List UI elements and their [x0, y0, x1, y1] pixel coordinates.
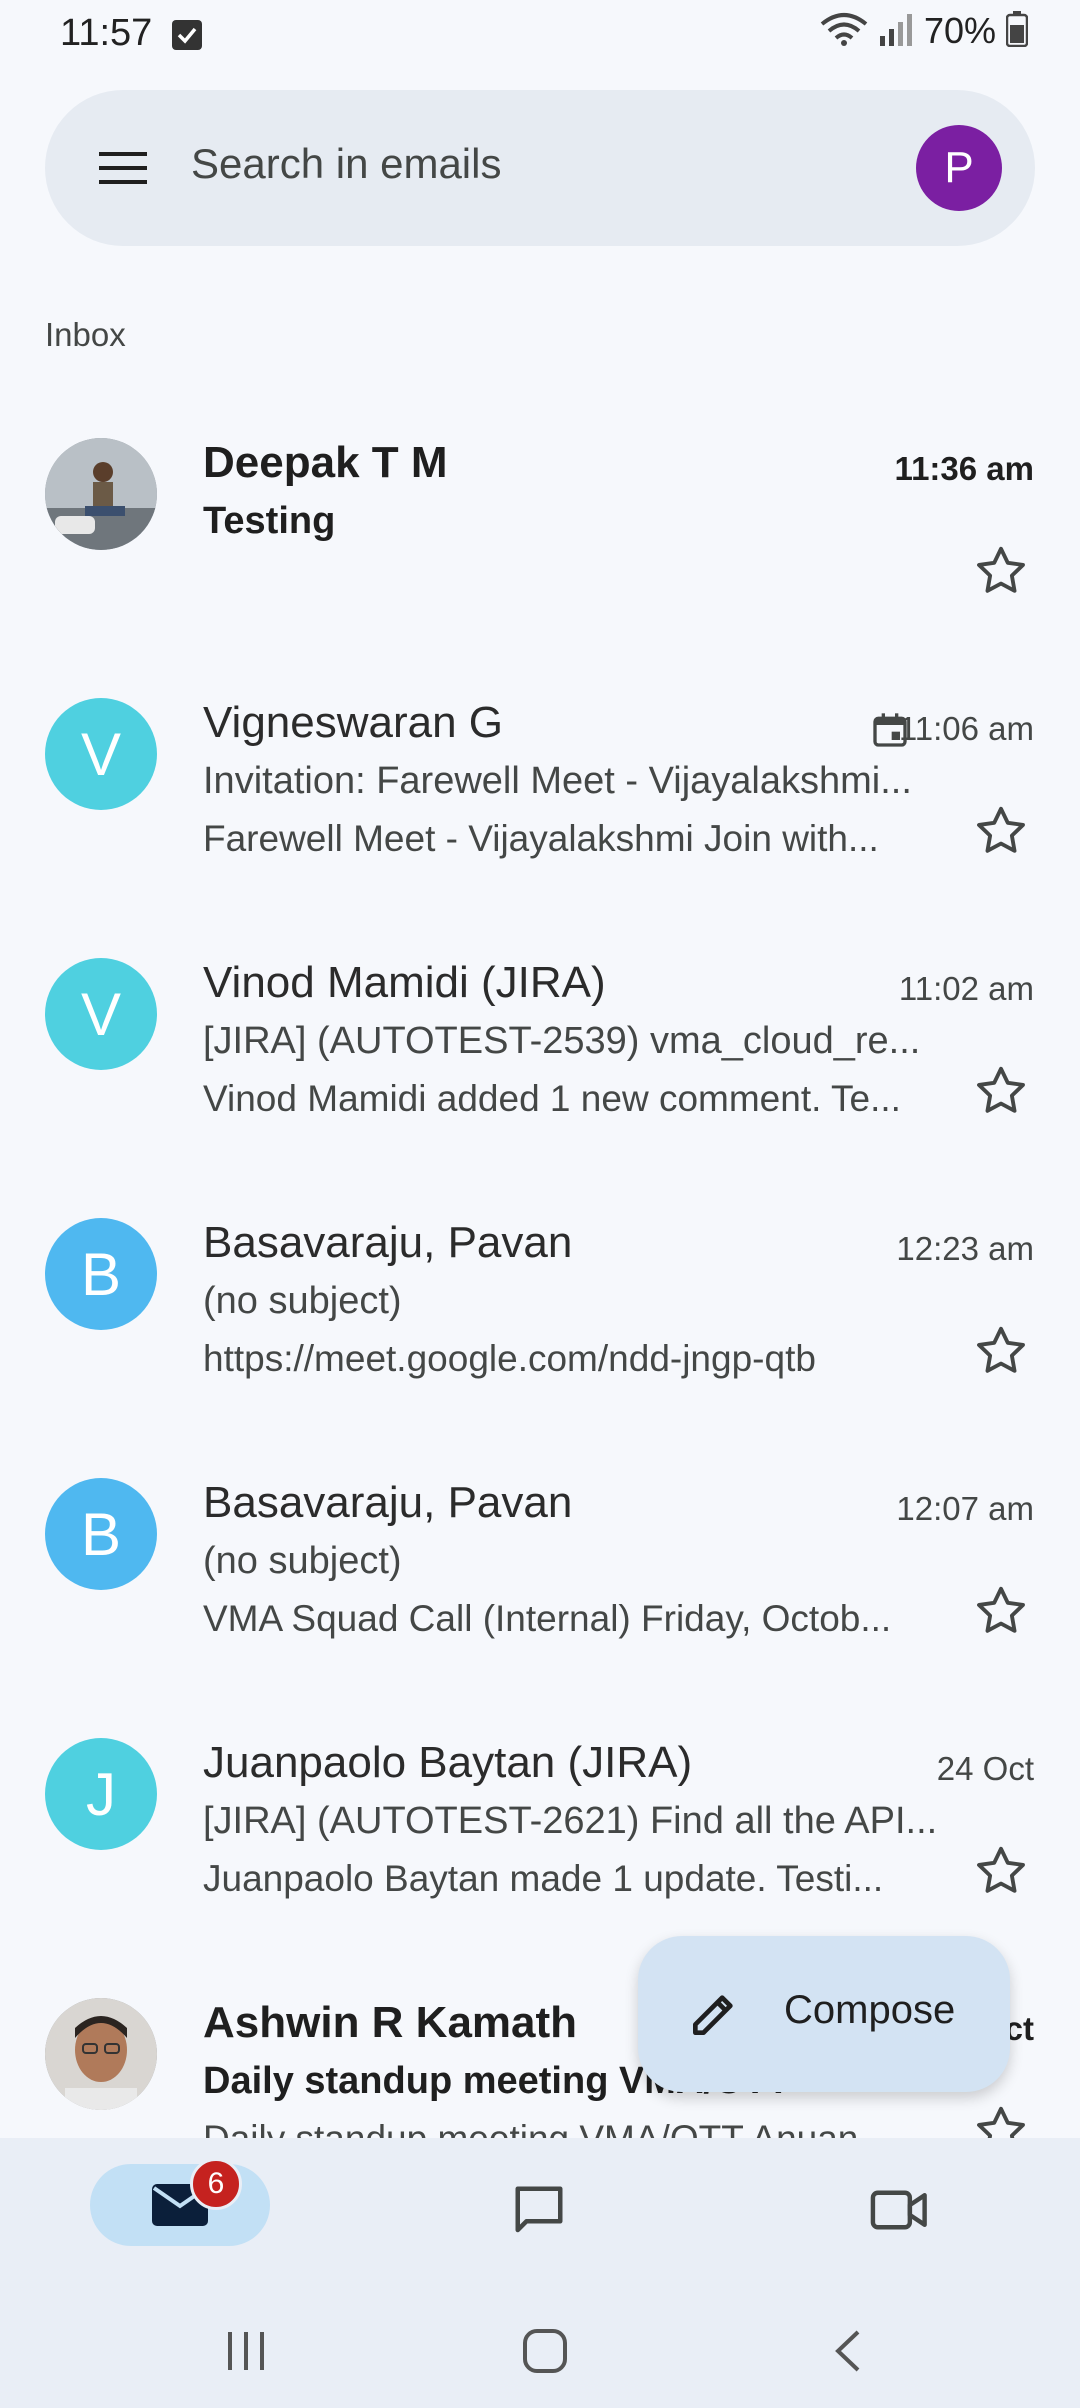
email-row[interactable]: B Basavaraju, Pavan 12:23 am (no subject…: [0, 1180, 1080, 1440]
star-icon[interactable]: [972, 1322, 1030, 1380]
email-time: 11:06 am: [898, 710, 1034, 747]
email-subject: Invitation: Farewell Meet - Vijayalakshm…: [203, 760, 912, 802]
email-time: 11:02 am: [898, 970, 1034, 1007]
folder-label: Inbox: [45, 316, 126, 353]
email-row[interactable]: B Basavaraju, Pavan 12:07 am (no subject…: [0, 1440, 1080, 1700]
email-snippet: Juanpaolo Baytan made 1 update. Testi...: [203, 1858, 884, 1899]
nav-mail-tab[interactable]: 6: [90, 2158, 270, 2246]
sender-name: Ashwin R Kamath: [203, 1998, 578, 2047]
email-snippet: Farewell Meet - Vijayalakshmi Join with.…: [203, 818, 879, 859]
bottom-navigation: 6: [0, 2138, 1080, 2408]
sender-avatar: V: [45, 958, 157, 1070]
menu-icon[interactable]: [97, 142, 149, 194]
email-row[interactable]: Deepak T M 11:36 am Testing: [0, 400, 1080, 660]
sender-name: Vigneswaran G: [203, 698, 504, 747]
email-row[interactable]: J Juanpaolo Baytan (JIRA) 24 Oct [JIRA] …: [0, 1700, 1080, 1960]
email-snippet: Vinod Mamidi added 1 new comment. Te...: [203, 1078, 901, 1119]
sender-avatar: V: [45, 698, 157, 810]
sender-photo-avatar: [45, 1998, 157, 2110]
sender-name: Basavaraju, Pavan: [203, 1218, 573, 1267]
account-avatar[interactable]: P: [916, 125, 1002, 211]
wifi-icon: [820, 12, 868, 51]
back-icon[interactable]: [830, 2328, 864, 2379]
sender-name: Basavaraju, Pavan: [203, 1478, 573, 1527]
system-navigation-bar: [0, 2328, 1080, 2408]
search-input[interactable]: Search in emails: [191, 140, 501, 188]
email-snippet: https://meet.google.com/ndd-jngp-qtb: [203, 1338, 816, 1379]
email-time: 11:36 am: [894, 450, 1034, 487]
sender-name: Vinod Mamidi (JIRA): [203, 958, 606, 1007]
email-list: Deepak T M 11:36 am Testing V Vigneswara…: [0, 400, 1080, 2138]
email-subject: (no subject): [203, 1280, 402, 1322]
star-icon[interactable]: [972, 1582, 1030, 1640]
compose-button[interactable]: Compose: [638, 1936, 1010, 2092]
battery-percentage: 70%: [923, 10, 996, 51]
email-subject: [JIRA] (AUTOTEST-2539) vma_cloud_re...: [203, 1020, 921, 1062]
pencil-icon: [686, 1986, 742, 2042]
email-time: 12:23 am: [896, 1230, 1034, 1267]
status-indicators: 70%: [820, 10, 1029, 52]
email-row[interactable]: V Vinod Mamidi (JIRA) 11:02 am [JIRA] (A…: [0, 920, 1080, 1180]
email-row[interactable]: V Vigneswaran G 11:06 am Invitation: Far…: [0, 660, 1080, 920]
sender-name: Juanpaolo Baytan (JIRA): [203, 1738, 693, 1787]
star-icon[interactable]: [972, 1062, 1030, 1120]
sender-name: Deepak T M: [203, 438, 448, 487]
unread-count-badge: 6: [190, 2158, 242, 2210]
email-subject: [JIRA] (AUTOTEST-2621) Find all the API.…: [203, 1800, 938, 1842]
compose-label: Compose: [784, 1988, 956, 2032]
email-snippet: VMA Squad Call (Internal) Friday, Octob.…: [203, 1598, 892, 1639]
signal-icon: [878, 12, 914, 51]
sender-avatar: J: [45, 1738, 157, 1850]
search-bar[interactable]: Search in emails P: [45, 90, 1035, 246]
email-subject: (no subject): [203, 1540, 402, 1582]
notification-check-icon: [172, 20, 202, 50]
email-time: 24 Oct: [936, 1750, 1034, 1787]
star-icon[interactable]: [972, 2102, 1030, 2138]
email-time: 12:07 am: [896, 1490, 1034, 1527]
sender-avatar: B: [45, 1478, 157, 1590]
video-camera-icon[interactable]: [868, 2180, 932, 2245]
star-icon[interactable]: [972, 542, 1030, 600]
star-icon[interactable]: [972, 1842, 1030, 1900]
email-snippet: Daily standup meeting VMA/OTT Anuan...: [203, 2118, 943, 2138]
sender-photo-avatar: [45, 438, 157, 550]
email-subject: Testing: [203, 500, 336, 542]
star-icon[interactable]: [972, 802, 1030, 860]
status-time: 11:57: [60, 12, 153, 54]
battery-icon: [1005, 10, 1029, 52]
status-bar: 11:57 70%: [0, 0, 1080, 72]
recent-apps-icon[interactable]: [224, 2328, 268, 2379]
home-icon[interactable]: [522, 2328, 568, 2379]
chat-icon[interactable]: [508, 2180, 570, 2245]
sender-avatar: B: [45, 1218, 157, 1330]
